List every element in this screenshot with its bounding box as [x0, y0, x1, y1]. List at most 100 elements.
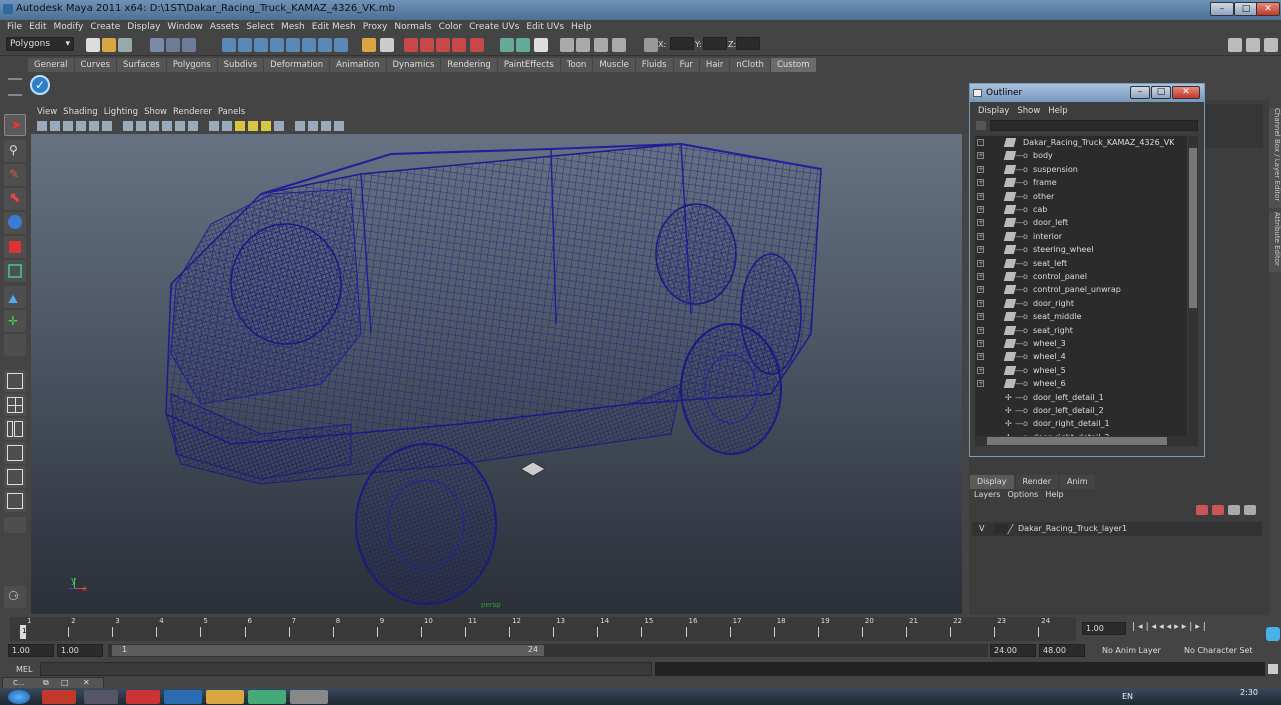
outliner-item[interactable]: + —o frame [975, 176, 1187, 189]
menu-normals[interactable]: Normals [394, 20, 431, 34]
menu-create-uvs[interactable]: Create UVs [469, 20, 519, 34]
outliner-item[interactable]: + —o other [975, 190, 1187, 203]
outliner-titlebar[interactable]: Outliner – □ ✕ [970, 84, 1204, 102]
close-button[interactable]: ✕ [1256, 2, 1280, 16]
menu-assets[interactable]: Assets [210, 20, 239, 34]
ipr-render-icon[interactable] [420, 38, 434, 52]
expand-icon[interactable]: + [977, 273, 984, 280]
menu-display[interactable]: Display [127, 20, 160, 34]
render-view-icon[interactable] [380, 38, 394, 52]
shelf-tab-polygons[interactable]: Polygons [166, 58, 217, 72]
menu-edit-uvs[interactable]: Edit UVs [526, 20, 564, 34]
command-input[interactable] [40, 662, 652, 676]
help-icon[interactable] [334, 38, 348, 52]
script-editor-icon[interactable] [1268, 664, 1278, 674]
outliner-vscrollbar[interactable] [1188, 136, 1198, 436]
toggle-sidebar-icon[interactable] [1228, 38, 1242, 52]
select-component-icon[interactable] [182, 38, 196, 52]
open-scene-icon[interactable] [102, 38, 116, 52]
snap-curve-icon[interactable] [238, 38, 252, 52]
history-icon[interactable] [302, 38, 316, 52]
snap-point-icon[interactable] [254, 38, 268, 52]
outliner-item[interactable]: ✢ —o door_left_detail_1 [975, 391, 1187, 404]
resolution-gate-icon[interactable] [123, 121, 133, 131]
layer-tab-render[interactable]: Render [1015, 475, 1058, 489]
outliner-item[interactable]: + —o wheel_5 [975, 364, 1187, 377]
language-indicator[interactable]: EN [1122, 692, 1133, 701]
character-set-dropdown[interactable]: No Character Set [1168, 644, 1256, 657]
side-tab-attribute-editor[interactable]: Attribute Editor [1269, 212, 1281, 272]
shelf-tab-custom[interactable]: Custom [770, 58, 816, 72]
layer-option-icon[interactable] [1228, 505, 1240, 515]
expand-icon[interactable]: - [977, 139, 984, 146]
outliner-maximize-button[interactable]: □ [1151, 86, 1171, 99]
viewport-menu-renderer[interactable]: Renderer [173, 104, 212, 120]
go-to-end-icon[interactable]: ▸| [1195, 622, 1209, 632]
menu-window[interactable]: Window [167, 20, 203, 34]
graph-icon[interactable] [560, 38, 574, 52]
save-scene-icon[interactable] [118, 38, 132, 52]
expand-icon[interactable]: + [977, 206, 984, 213]
outliner-hscrollbar[interactable] [975, 436, 1198, 446]
image-plane-icon[interactable] [76, 121, 86, 131]
film-gate-icon[interactable] [102, 121, 112, 131]
start-button-icon[interactable] [8, 690, 30, 704]
grid-icon[interactable] [89, 121, 99, 131]
viewport-menu-panels[interactable]: Panels [218, 104, 245, 120]
outliner-item[interactable]: + —o seat_right [975, 324, 1187, 337]
layer-tab-anim[interactable]: Anim [1059, 475, 1095, 489]
outliner-item[interactable]: + —o seat_left [975, 257, 1187, 270]
outliner-scroll-thumb[interactable] [1189, 148, 1197, 308]
smooth-shade-icon[interactable] [209, 121, 219, 131]
autokey-icon[interactable] [1266, 627, 1280, 641]
go-to-start-icon[interactable]: |◂ [1132, 622, 1146, 632]
menu-mesh[interactable]: Mesh [281, 20, 305, 34]
outliner-item[interactable]: + —o body [975, 149, 1187, 162]
select-object-icon[interactable] [166, 38, 180, 52]
y-field[interactable] [703, 37, 727, 50]
animation-start-field[interactable]: 1.00 [8, 644, 54, 657]
shelf-tab-fluids[interactable]: Fluids [635, 58, 673, 72]
expand-icon[interactable]: + [977, 192, 984, 200]
transform-mode-icon[interactable] [644, 38, 658, 52]
outliner-tree[interactable]: - Dakar_Racing_Truck_KAMAZ_4326_VK + —o bod… [975, 136, 1187, 436]
step-back-icon[interactable]: ◂ [1159, 622, 1167, 632]
perspective-viewport[interactable]: View Shading Lighting Show Renderer Panels [31, 104, 962, 614]
expand-icon[interactable]: + [977, 353, 984, 361]
expand-icon[interactable]: + [977, 286, 984, 294]
viewport-menu-shading[interactable]: Shading [63, 104, 98, 120]
taskbar-app-3-icon[interactable] [126, 690, 160, 704]
wireframe-icon[interactable] [188, 121, 198, 131]
shelf-tab-curves[interactable]: Curves [74, 58, 117, 72]
flat-light-icon[interactable] [261, 121, 271, 131]
shelf-tab-surfaces[interactable]: Surfaces [117, 58, 166, 72]
time-slider[interactable]: 1 2 3 4 5 6 7 8 9 10 11 12 13 14 15 16 17 18 19 20 21 22 23 24 1… [0, 617, 1281, 641]
input-ops-icon[interactable] [318, 38, 332, 52]
menu-proxy[interactable]: Proxy [363, 20, 388, 34]
outliner-hscroll-thumb[interactable] [987, 437, 1167, 445]
camera-icon[interactable] [50, 121, 60, 131]
outliner-item[interactable]: + —o wheel_6 [975, 377, 1187, 390]
select-tool-icon[interactable]: ➤ [4, 114, 26, 136]
expand-icon[interactable]: + [977, 380, 984, 388]
select-hierarchy-icon[interactable] [150, 38, 164, 52]
menu-file[interactable]: File [7, 20, 22, 34]
new-layer-selected-icon[interactable] [1212, 505, 1224, 515]
channel-box-toggle-icon[interactable] [1246, 38, 1260, 52]
current-frame-field[interactable]: 1.00 [1082, 622, 1126, 635]
paint-icon[interactable] [576, 38, 590, 52]
universal-manipulator-icon[interactable] [4, 260, 26, 282]
outliner-item[interactable]: ✢ —o door_right_detail_1 [975, 417, 1187, 430]
layer-tab-display[interactable]: Display [970, 475, 1014, 489]
outliner-item[interactable]: - Dakar_Racing_Truck_KAMAZ_4326_VK [975, 136, 1187, 149]
lasso-tool-icon[interactable]: ⚲ [4, 140, 26, 162]
restore-icon[interactable]: ⧉ [43, 678, 49, 688]
menu-color[interactable]: Color [439, 20, 463, 34]
layer-template-toggle[interactable] [994, 524, 1008, 534]
outliner-item[interactable]: + —o steering_wheel [975, 243, 1187, 256]
viewport-menu-show[interactable]: Show [144, 104, 167, 120]
close-icon[interactable]: ✕ [83, 678, 90, 687]
step-back-key-icon[interactable]: |◂ [1146, 622, 1160, 632]
tool-settings-icon[interactable] [1264, 38, 1278, 52]
expand-icon[interactable]: + [977, 232, 984, 240]
